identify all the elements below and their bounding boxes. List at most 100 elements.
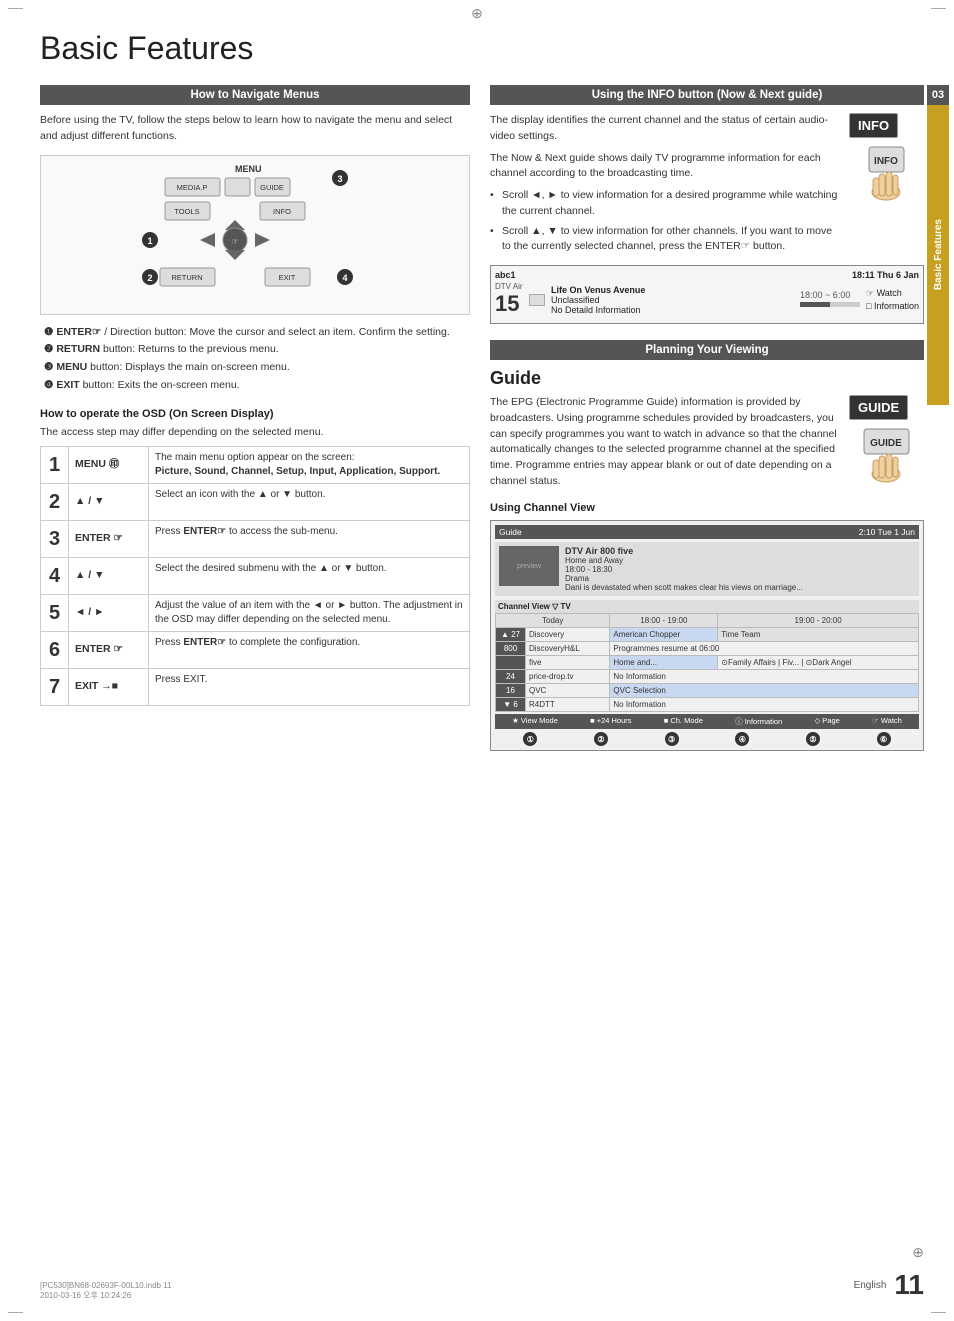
sidebar-chapter: 03 — [930, 85, 946, 105]
preview-channel: DTV Air 800 five — [565, 546, 915, 556]
ch-num-2: 800 — [496, 642, 526, 656]
guide-channel-row-1: ▲ 27 Discovery American Chopper Time Tea… — [496, 628, 919, 642]
info-button-image: INFO INFO — [849, 113, 924, 259]
preview-img-svg: preview — [499, 546, 559, 586]
ch-num-4: 24 — [496, 670, 526, 684]
guide-header-left: Guide — [499, 527, 522, 537]
guide-button-label: GUIDE — [849, 395, 908, 420]
guide-button-image: GUIDE GUIDE — [849, 395, 924, 492]
ch-name-2: DiscoveryH&L — [526, 642, 610, 656]
footer-file: [PC530]BN68-02693F-00L10.indb 11 2010-03… — [40, 1281, 172, 1301]
svg-text:1: 1 — [147, 236, 152, 246]
info-intro-p2: The Now & Next guide shows daily TV prog… — [490, 151, 839, 183]
osd-table: 1 MENU ㊞ The main menu option appear on … — [40, 446, 470, 706]
channel-time: 18:11 Thu 6 Jan — [852, 270, 919, 280]
osd-num-1: 1 — [41, 446, 69, 483]
guide-table-header-row: Today 18:00 - 19:00 19:00 - 20:00 — [496, 614, 919, 628]
footer-page-number: 11 — [894, 1269, 924, 1301]
prog5-1: QVC Selection — [610, 684, 919, 698]
osd-row-4: 4 ▲ / ▼ Select the desired submenu with … — [41, 557, 470, 594]
osd-row-2: 2 ▲ / ▼ Select an icon with the ▲ or ▼ b… — [41, 483, 470, 520]
guide-flex-container: The EPG (Electronic Programme Guide) inf… — [490, 395, 924, 492]
prog3-1: Home and... — [610, 656, 718, 670]
guide-channel-row-5: 16 QVC QVC Selection — [496, 684, 919, 698]
step-3: ❸ MENU button: Displays the main on-scre… — [40, 360, 470, 376]
osd-key-6: ENTER ☞ — [69, 631, 149, 668]
svg-text:GUIDE: GUIDE — [870, 438, 902, 449]
prog4-1: No Information — [610, 670, 919, 684]
guide-num-1: ① — [523, 732, 537, 746]
osd-key-3: ENTER ☞ — [69, 520, 149, 557]
ch-num-5: 16 — [496, 684, 526, 698]
prog3-2: ⊙Family Affairs | Fiv... | ⊙Dark Angel — [718, 656, 919, 670]
guide-preview-panel: preview DTV Air 800 five Home and Away 1… — [495, 542, 919, 596]
channel-bar-actions: ☞ Watch □ Information — [866, 288, 919, 311]
page-mark-br — [931, 1312, 946, 1313]
info-flex-container: The display identifies the current chann… — [490, 113, 924, 259]
osd-desc-2: Select an icon with the ▲ or ▼ button. — [149, 483, 470, 520]
numbered-steps-list: ❶ ENTER☞ / Direction button: Move the cu… — [40, 325, 470, 394]
osd-key-5: ◄ / ► — [69, 594, 149, 631]
svg-text:MENU: MENU — [235, 164, 262, 174]
preview-info-block: DTV Air 800 five Home and Away 18:00 - 1… — [565, 546, 915, 592]
right-column: Using the INFO button (Now & Next guide)… — [490, 85, 924, 1259]
guide-channel-row-6: ▼ 6 R4DTT No Information — [496, 698, 919, 712]
svg-text:RETURN: RETURN — [171, 273, 202, 282]
ch-num-3 — [496, 656, 526, 670]
step-1: ❶ ENTER☞ / Direction button: Move the cu… — [40, 325, 470, 341]
guide-num-5: ⑤ — [806, 732, 820, 746]
svg-text:☞: ☞ — [231, 237, 238, 246]
preview-genre: Drama — [565, 574, 915, 583]
prog1-1: American Chopper — [610, 628, 718, 642]
channel-bar-header: abc1 18:11 Thu 6 Jan — [495, 270, 919, 280]
channel-program-info: Life On Venus Avenue Unclassified No Det… — [551, 285, 794, 315]
channel-bar: abc1 18:11 Thu 6 Jan DTV Air 15 Life On … — [490, 265, 924, 324]
osd-key-7: EXIT →■ — [69, 668, 149, 705]
footer-language: English — [854, 1280, 887, 1291]
footer-right: English 11 — [854, 1269, 924, 1301]
info-bullet-1: Scroll ◄, ► to view information for a de… — [490, 188, 839, 220]
osd-key-4: ▲ / ▼ — [69, 557, 149, 594]
step-2: ❷ RETURN button: Returns to the previous… — [40, 342, 470, 358]
guide-action-6: ☞ Watch — [872, 716, 902, 727]
preview-show: Home and Away — [565, 556, 915, 565]
preview-thumbnail: preview — [499, 546, 559, 586]
info-button-section: Using the INFO button (Now & Next guide)… — [490, 85, 924, 324]
guide-col-today: Today — [496, 614, 610, 628]
guide-action-1: ★ View Mode — [512, 716, 558, 727]
guide-title: Guide — [490, 368, 924, 389]
svg-text:EXIT: EXIT — [279, 273, 296, 282]
page: ⊕ Basic Features How to Navigate Menus B… — [0, 0, 954, 1321]
program-category: Unclassified — [551, 295, 794, 305]
svg-text:2: 2 — [147, 273, 152, 283]
osd-num-6: 6 — [41, 631, 69, 668]
osd-key-2: ▲ / ▼ — [69, 483, 149, 520]
channel-label: DTV Air — [495, 282, 523, 291]
channel-bar-body: DTV Air 15 Life On Venus Avenue Unclassi… — [495, 282, 919, 317]
osd-num-4: 4 — [41, 557, 69, 594]
osd-num-7: 7 — [41, 668, 69, 705]
ch-num-1: ▲ 27 — [496, 628, 526, 642]
guide-bottom-bar: ★ View Mode ■ +24 Hours ■ Ch. Mode ⓘ Inf… — [495, 714, 919, 729]
action-watch: ☞ Watch — [866, 288, 919, 299]
osd-num-5: 5 — [41, 594, 69, 631]
svg-text:INFO: INFO — [874, 156, 898, 167]
ch-name-4: price-drop.tv — [526, 670, 610, 684]
nav-intro-text: Before using the TV, follow the steps be… — [40, 113, 470, 145]
channel-station: abc1 — [495, 270, 516, 280]
channel-time-range: 18:00 ~ 6:00 — [800, 290, 860, 309]
guide-action-5: ◇ Page — [814, 716, 839, 727]
osd-desc-5: Adjust the value of an item with the ◄ o… — [149, 594, 470, 631]
remote-diagram: MENU 3 MEDIA.P GUIDE TOOLS — [40, 155, 470, 315]
osd-num-2: 2 — [41, 483, 69, 520]
osd-desc-7: Press EXIT. — [149, 668, 470, 705]
osd-row-1: 1 MENU ㊞ The main menu option appear on … — [41, 446, 470, 483]
guide-channel-row-2: 800 DiscoveryH&L Programmes resume at 06… — [496, 642, 919, 656]
preview-time: 18:00 - 18:30 — [565, 565, 915, 574]
info-bullet-2: Scroll ▲, ▼ to view information for othe… — [490, 224, 839, 256]
guide-channel-table: Today 18:00 - 19:00 19:00 - 20:00 ▲ 27 D… — [495, 613, 919, 712]
info-intro-p1: The display identifies the current chann… — [490, 113, 839, 145]
osd-desc-6: Press ENTER☞ to complete the configurati… — [149, 631, 470, 668]
osd-row-6: 6 ENTER ☞ Press ENTER☞ to complete the c… — [41, 631, 470, 668]
guide-screen-header: Guide 2:10 Tue 1 Jun — [495, 525, 919, 539]
